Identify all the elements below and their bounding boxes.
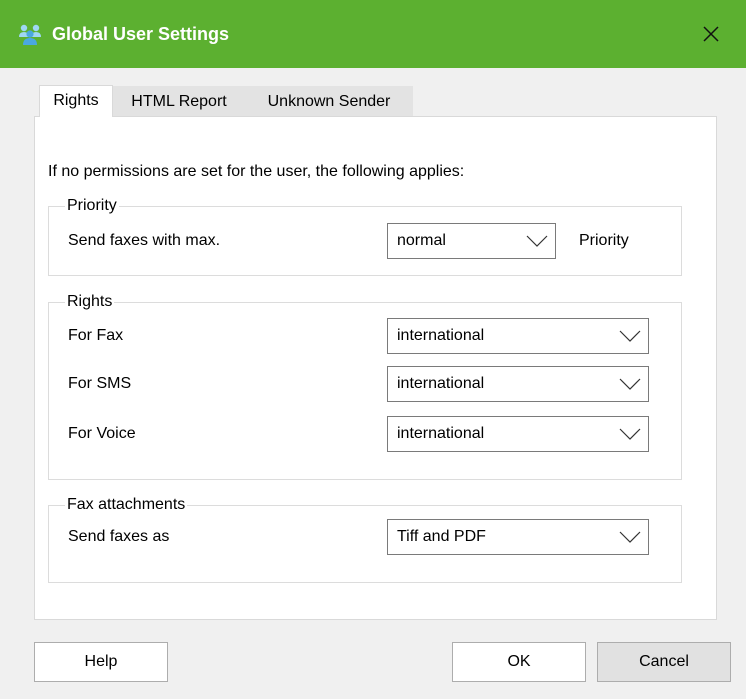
tab-html-report-label: HTML Report	[131, 93, 227, 110]
fax-rights-select-value: international	[397, 327, 485, 344]
fax-rights-select[interactable]: international	[387, 318, 649, 354]
fax-format-select[interactable]: Tiff and PDF	[387, 519, 649, 555]
priority-group-title: Priority	[65, 196, 119, 216]
cancel-button-label: Cancel	[639, 653, 689, 670]
tab-rights-label: Rights	[53, 92, 99, 109]
close-icon	[703, 26, 719, 42]
close-button[interactable]	[690, 14, 732, 54]
info-text: If no permissions are set for the user, …	[48, 163, 465, 180]
help-button[interactable]: Help	[34, 642, 168, 682]
fax-format-select-value: Tiff and PDF	[397, 528, 486, 545]
sms-rights-select-value: international	[397, 375, 485, 392]
send-faxes-max-label: Send faxes with max.	[68, 232, 221, 249]
tab-unknown-sender[interactable]: Unknown Sender	[245, 86, 413, 116]
chevron-down-icon	[619, 428, 641, 440]
voice-rights-select-value: international	[397, 425, 485, 442]
chevron-down-icon	[619, 330, 641, 342]
rights-group-title: Rights	[65, 292, 115, 312]
cancel-button[interactable]: Cancel	[597, 642, 731, 682]
for-sms-label: For SMS	[68, 375, 132, 392]
tab-html-report[interactable]: HTML Report	[113, 86, 245, 116]
chevron-down-icon	[526, 235, 548, 247]
for-voice-label: For Voice	[68, 425, 136, 442]
priority-select[interactable]: normal	[387, 223, 556, 259]
users-icon	[19, 24, 41, 45]
tab-unknown-sender-label: Unknown Sender	[267, 93, 391, 110]
title-bar: Global User Settings	[0, 0, 746, 68]
chevron-down-icon	[619, 531, 641, 543]
voice-rights-select[interactable]: international	[387, 416, 649, 452]
sms-rights-select[interactable]: international	[387, 366, 649, 402]
help-button-label: Help	[84, 653, 118, 670]
chevron-down-icon	[619, 378, 641, 390]
send-faxes-as-label: Send faxes as	[68, 528, 170, 545]
for-fax-label: For Fax	[68, 327, 124, 344]
fax-attachments-group-title: Fax attachments	[65, 495, 188, 515]
priority-select-value: normal	[397, 232, 446, 249]
window-title: Global User Settings	[52, 24, 230, 44]
ok-button-label: OK	[507, 653, 531, 670]
tab-rights[interactable]: Rights	[39, 85, 113, 117]
priority-suffix-label: Priority	[579, 232, 629, 249]
ok-button[interactable]: OK	[452, 642, 586, 682]
